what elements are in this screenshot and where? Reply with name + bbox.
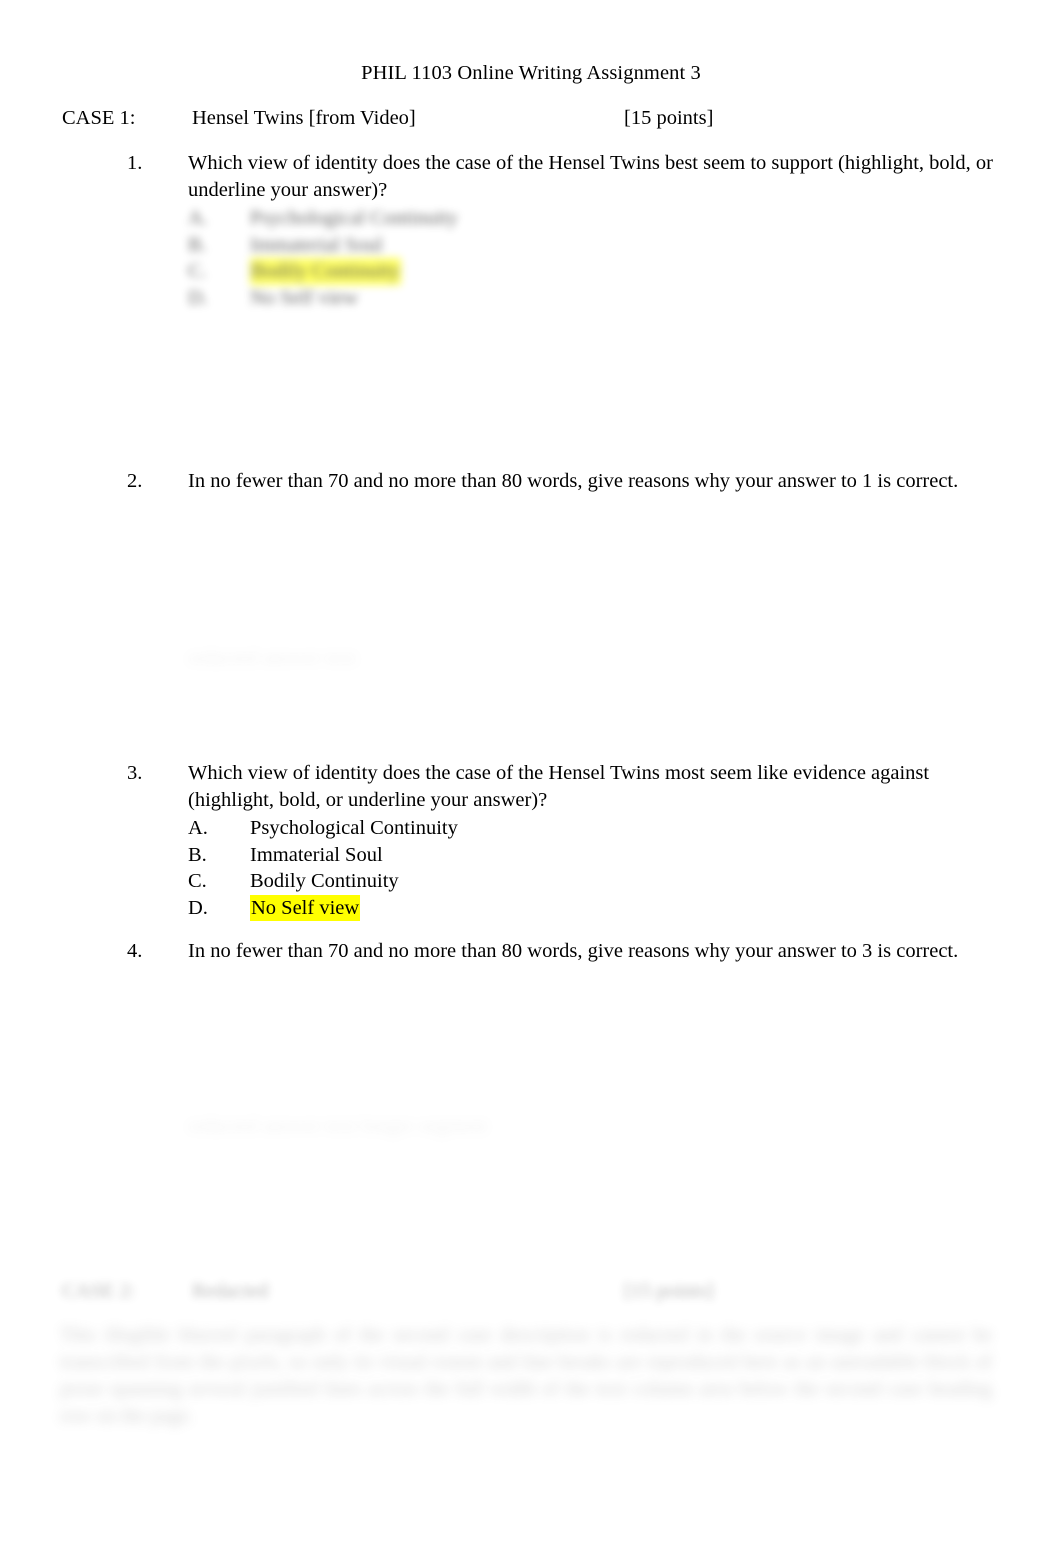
case1-points: [15 points]: [624, 107, 714, 129]
case1-name: Hensel Twins [from Video]: [192, 107, 416, 129]
option-item[interactable]: D. No Self view: [188, 285, 688, 312]
option-item[interactable]: A. Psychological Continuity: [188, 205, 688, 232]
option-label: Bodily Continuity: [250, 870, 399, 893]
option-item[interactable]: B. Immaterial Soul: [188, 232, 688, 259]
question-1: 1. Which view of identity does the case …: [127, 150, 1002, 203]
question-2: 2. In no fewer than 70 and no more than …: [127, 468, 1002, 495]
question-2-number: 2.: [127, 470, 143, 492]
question-2-text: In no fewer than 70 and no more than 80 …: [188, 470, 959, 492]
page-title: PHIL 1103 Online Writing Assignment 3: [361, 62, 701, 84]
question-1-text: Which view of identity does the case of …: [188, 152, 993, 201]
option-item-selected[interactable]: C. Bodily Continuity: [188, 258, 688, 285]
option-item-selected[interactable]: D. No Self view: [188, 894, 688, 922]
case2-points: [15 points]: [624, 1280, 714, 1302]
question-3-number: 3.: [127, 762, 143, 784]
case2-name: Redacted: [192, 1280, 269, 1302]
option-label-highlighted: No Self view: [250, 894, 361, 922]
option-letter: B.: [188, 233, 207, 256]
option-item[interactable]: A. Psychological Continuity: [188, 815, 688, 842]
option-letter: C.: [188, 260, 207, 283]
option-letter: A.: [188, 817, 208, 839]
case1-label: CASE 1:: [62, 107, 136, 129]
question-4-answer-remnant: redacted answer text longer segment: [188, 1115, 488, 1137]
case2-label: CASE 2:: [62, 1280, 136, 1302]
option-letter: A.: [188, 207, 208, 229]
question-3-text: Which view of identity does the case of …: [188, 762, 930, 811]
option-letter: B.: [188, 843, 207, 866]
case2-body-text: This illegible blurred paragraph of the …: [60, 1324, 992, 1427]
question-4: 4. In no fewer than 70 and no more than …: [127, 938, 1002, 965]
case1-heading: CASE 1: Hensel Twins [from Video] [15 poin…: [62, 105, 1002, 131]
option-label: Immaterial Soul: [250, 233, 383, 256]
option-letter: C.: [188, 870, 207, 893]
option-letter: D.: [188, 286, 208, 309]
option-label: Psychological Continuity: [250, 817, 458, 839]
question-1-options: A. Psychological Continuity B. Immaterial …: [188, 205, 688, 311]
case2-heading: CASE 2: Redacted [15 points]: [62, 1278, 1002, 1304]
option-label: Psychological Continuity: [250, 207, 458, 229]
option-label: No Self view: [250, 286, 359, 309]
question-3: 3. Which view of identity does the case …: [127, 760, 1002, 813]
question-4-number: 4.: [127, 940, 143, 962]
question-1-number: 1.: [127, 152, 143, 174]
option-letter: D.: [188, 896, 208, 919]
option-item[interactable]: B. Immaterial Soul: [188, 842, 688, 869]
document-page: PHIL 1103 Online Writing Assignment 3 CA…: [0, 0, 1062, 1561]
question-2-answer-remnant: redacted answer text: [188, 647, 357, 669]
option-label: Immaterial Soul: [250, 843, 383, 866]
option-item[interactable]: C. Bodily Continuity: [188, 868, 688, 895]
option-label-highlighted: Bodily Continuity: [250, 258, 401, 285]
question-4-text: In no fewer than 70 and no more than 80 …: [188, 940, 959, 962]
question-3-options: A. Psychological Continuity B. Immaterial …: [188, 815, 688, 922]
